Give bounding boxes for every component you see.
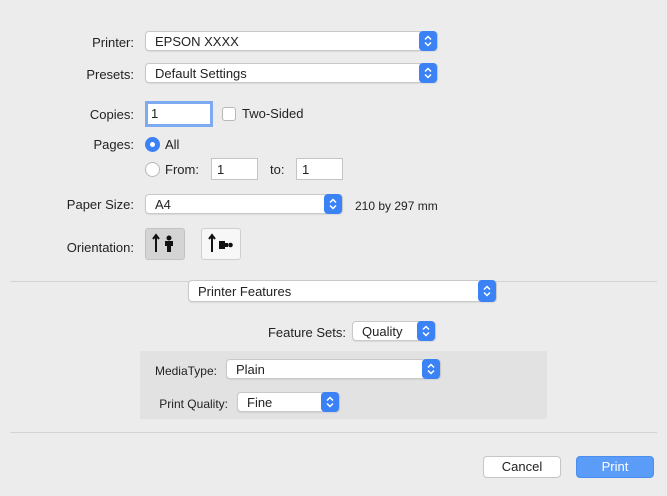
printer-popup[interactable]: EPSON XXXX: [145, 31, 438, 51]
chevron-updown-icon: [324, 194, 342, 214]
pages-to-label: to:: [270, 162, 285, 177]
pages-from-value: 1: [217, 162, 225, 177]
section-value: Printer Features: [198, 284, 292, 299]
orientation-label: Orientation:: [66, 240, 134, 255]
pages-to-value: 1: [302, 162, 310, 177]
pages-from-radio[interactable]: [145, 162, 160, 177]
printer-label: Printer:: [92, 35, 134, 50]
chevron-updown-icon: [419, 31, 437, 51]
printer-value: EPSON XXXX: [155, 34, 239, 49]
presets-popup[interactable]: Default Settings: [145, 63, 438, 83]
two-sided-label: Two-Sided: [242, 106, 304, 121]
print-quality-value: Fine: [247, 395, 273, 410]
presets-label: Presets:: [86, 67, 134, 82]
chevron-updown-icon: [478, 280, 496, 302]
pages-from-label: From:: [165, 162, 199, 177]
orientation-landscape-button[interactable]: [201, 228, 241, 260]
chevron-updown-icon: [321, 392, 339, 412]
chevron-updown-icon: [422, 359, 440, 379]
pages-all-radio[interactable]: [145, 137, 160, 152]
cancel-button[interactable]: Cancel: [483, 456, 561, 478]
print-quality-popup[interactable]: Fine: [237, 392, 340, 412]
pages-to-field[interactable]: 1: [296, 158, 343, 180]
copies-value: 1: [151, 106, 159, 121]
orientation-portrait-button[interactable]: [145, 228, 185, 260]
feature-sets-value: Quality: [362, 324, 403, 339]
bottom-separator: [10, 432, 657, 433]
presets-value: Default Settings: [155, 66, 247, 81]
copies-label: Copies:: [89, 107, 134, 122]
feature-sets-popup[interactable]: Quality: [352, 321, 436, 341]
print-button[interactable]: Print: [576, 456, 654, 478]
landscape-orientation-icon: [207, 232, 235, 257]
pages-from-field[interactable]: 1: [211, 158, 258, 180]
print-quality-label: Print Quality:: [159, 397, 228, 411]
media-type-value: Plain: [236, 362, 265, 377]
pages-label: Pages:: [93, 137, 134, 152]
chevron-updown-icon: [417, 321, 435, 341]
chevron-updown-icon: [419, 63, 437, 83]
paper-size-label: Paper Size:: [66, 197, 134, 212]
paper-size-dimensions: 210 by 297 mm: [355, 199, 438, 213]
two-sided-checkbox[interactable]: [222, 107, 236, 121]
portrait-orientation-icon: [151, 232, 179, 257]
paper-size-value: A4: [155, 197, 171, 212]
feature-sets-label: Feature Sets:: [267, 325, 346, 340]
media-type-label: MediaType:: [154, 364, 217, 378]
section-popup[interactable]: Printer Features: [188, 280, 497, 302]
paper-size-popup[interactable]: A4: [145, 194, 343, 214]
media-type-popup[interactable]: Plain: [226, 359, 441, 379]
copies-field[interactable]: 1: [145, 101, 213, 127]
pages-all-label: All: [165, 137, 180, 152]
